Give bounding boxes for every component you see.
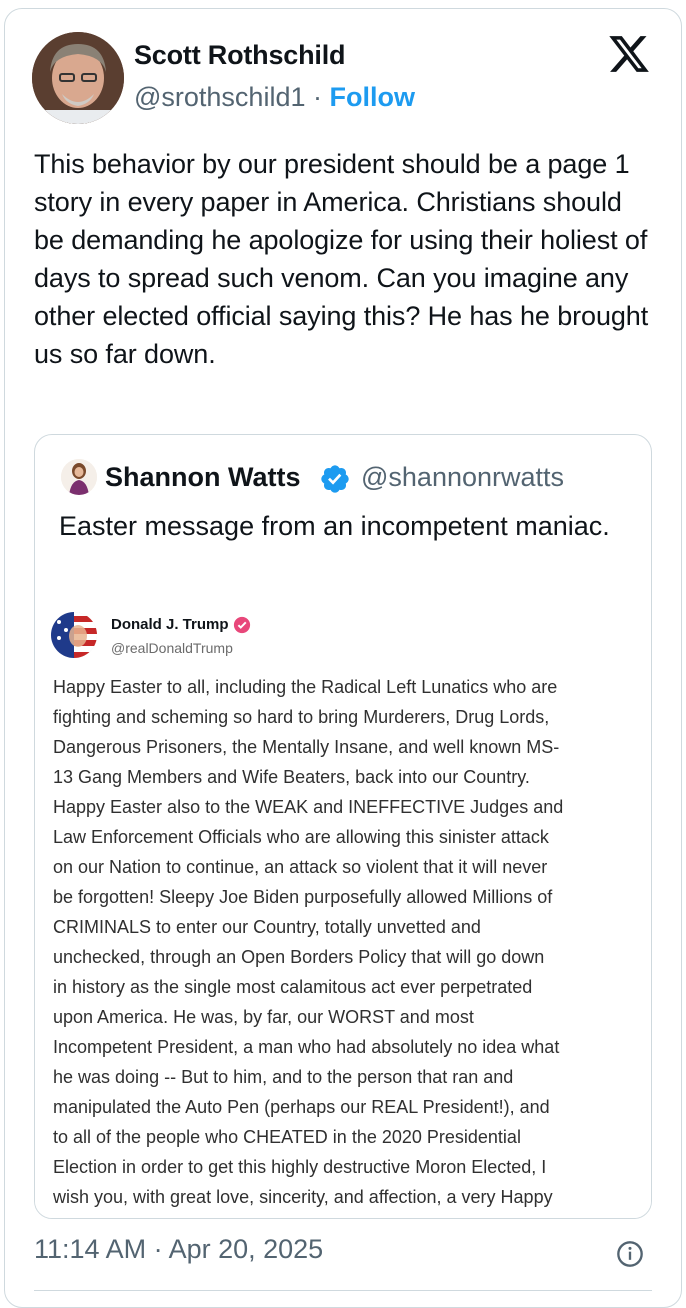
- post-line: Happy Easter to all, including the Radic…: [53, 677, 558, 697]
- post-line: upon America. He was, by far, our WORST …: [53, 1007, 474, 1027]
- info-icon[interactable]: [616, 1240, 644, 1268]
- post-line: Incompetent President, a man who had abs…: [53, 1037, 560, 1057]
- verified-badge-icon: [319, 463, 351, 495]
- embedded-screenshot: Donald J. Trump @realDonaldTrump Happy E…: [35, 600, 651, 1218]
- screenshot-avatar: [51, 612, 97, 658]
- post-line: be forgotten! Sleepy Joe Biden purposefu…: [53, 887, 553, 907]
- quoted-author-avatar[interactable]: [61, 459, 97, 495]
- author-name[interactable]: Scott Rothschild: [134, 40, 346, 71]
- separator: ·: [305, 82, 330, 112]
- quoted-author-handle[interactable]: @shannonrwatts: [361, 462, 564, 493]
- post-line: wish you, with great love, sincerity, an…: [53, 1187, 553, 1207]
- post-line: to all of the people who CHEATED in the …: [53, 1127, 521, 1147]
- post-line: Law Enforcement Officials who are allowi…: [53, 827, 549, 847]
- screenshot-author-name: Donald J. Trump: [111, 616, 229, 633]
- x-logo-icon[interactable]: [606, 32, 652, 76]
- post-line: in history as the single most calamitous…: [53, 977, 533, 997]
- post-line: Happy Easter also to the WEAK and INEFFE…: [53, 797, 564, 817]
- author-handle[interactable]: @srothschild1: [134, 82, 305, 112]
- screenshot-post-text: Happy Easter to all, including the Radic…: [53, 672, 651, 1212]
- author-avatar[interactable]: [32, 32, 124, 124]
- author-photo: [32, 32, 124, 124]
- post-line: he was doing -- But to him, and to the p…: [53, 1067, 514, 1087]
- post-line: Election in order to get this highly des…: [53, 1157, 547, 1177]
- post-line: Dangerous Prisoners, the Mentally Insane…: [53, 737, 560, 757]
- follow-button[interactable]: Follow: [329, 82, 414, 112]
- screenshot-author-handle: @realDonaldTrump: [111, 640, 233, 656]
- post-line: on our Nation to continue, an attack so …: [53, 857, 548, 877]
- truth-verified-icon: [233, 616, 251, 634]
- quoted-tweet[interactable]: Shannon Watts @shannonrwatts Easter mess…: [34, 434, 652, 1219]
- footer-divider: [34, 1290, 652, 1291]
- quoted-tweet-text: Easter message from an incompetent mania…: [59, 511, 610, 541]
- post-line: manipulated the Auto Pen (perhaps our RE…: [53, 1097, 550, 1117]
- post-line: unchecked, through an Open Borders Polic…: [53, 947, 545, 967]
- author-handle-row: @srothschild1 · Follow: [134, 82, 415, 113]
- post-line: CRIMINALS to enter our Country, totally …: [53, 917, 481, 937]
- tweet-text: This behavior by our president should be…: [34, 149, 656, 369]
- post-line: 13 Gang Members and Wife Beaters, back i…: [53, 767, 530, 787]
- tweet-timestamp[interactable]: 11:14 AM · Apr 20, 2025: [34, 1234, 323, 1265]
- post-line: fighting and scheming so hard to bring M…: [53, 707, 550, 727]
- quoted-author-name[interactable]: Shannon Watts: [105, 462, 301, 493]
